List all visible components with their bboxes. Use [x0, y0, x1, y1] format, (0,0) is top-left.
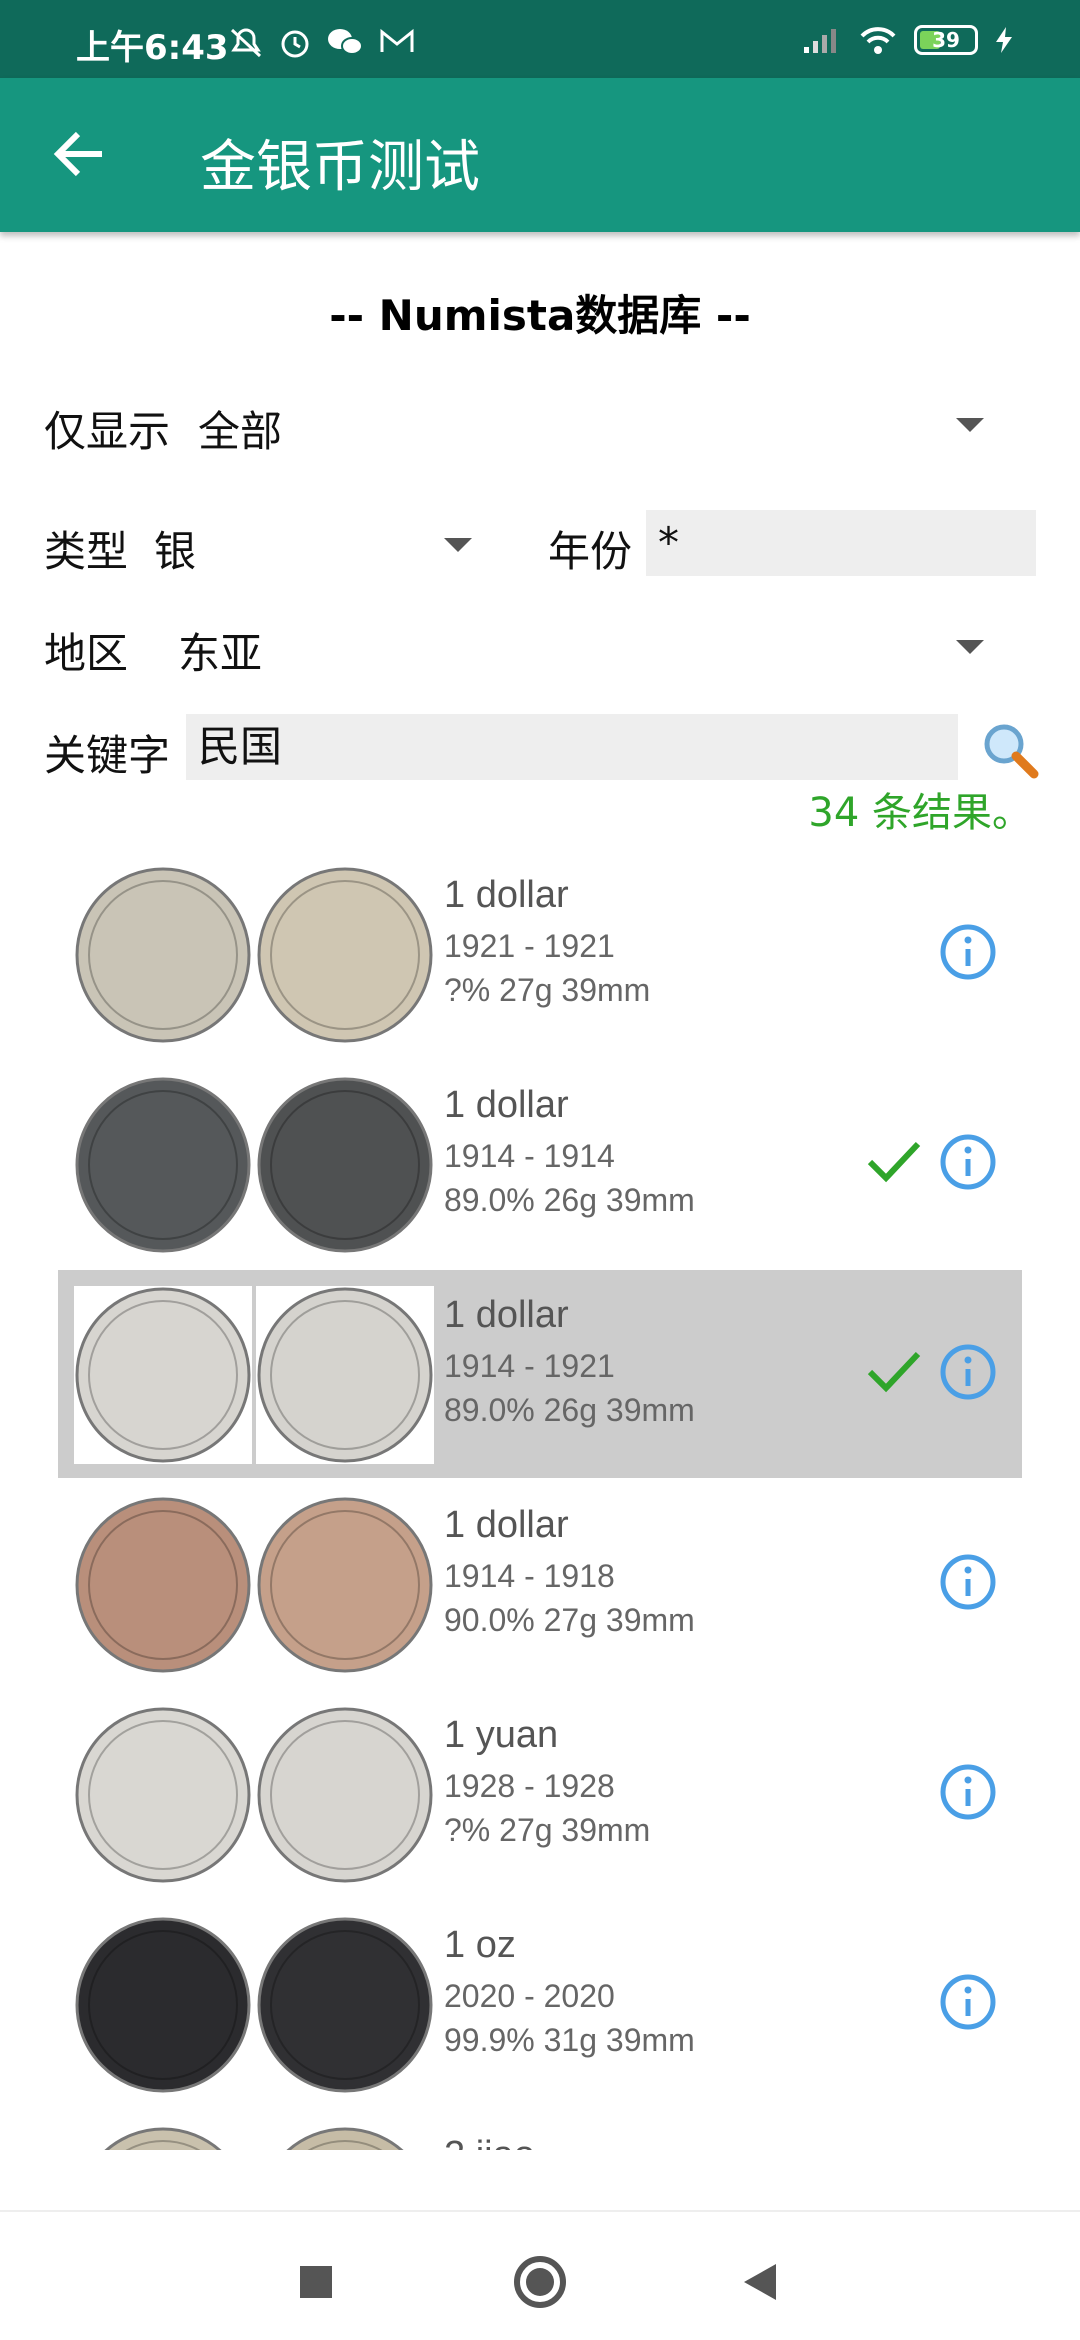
- show-dropdown[interactable]: 全部: [198, 398, 282, 459]
- coin-specs: ?% 27g 39mm: [444, 1812, 651, 1848]
- coin-list-item[interactable]: 1 dollar 1914 - 1914 89.0% 26g 39mm: [58, 1060, 1022, 1268]
- coin-list-item[interactable]: 2 jiao: [58, 2110, 1022, 2150]
- region-dropdown-arrow-icon[interactable]: [956, 640, 984, 654]
- signal-icon: [804, 29, 836, 53]
- year-label: 年份: [548, 527, 633, 576]
- info-icon[interactable]: [938, 1762, 998, 1822]
- recent-apps-button[interactable]: [300, 2266, 332, 2298]
- coin-years: 1914 - 1914: [444, 1138, 615, 1174]
- coin-obverse-image: [74, 1706, 252, 1884]
- keyword-label: 关键字: [44, 731, 171, 780]
- coin-obverse-image: [74, 1286, 252, 1464]
- navigation-bar: [0, 2210, 1080, 2340]
- battery-level: 39: [932, 28, 960, 52]
- type-dropdown-arrow-icon[interactable]: [444, 538, 472, 552]
- wechat-icon: [328, 29, 363, 55]
- battery-icon: 39: [914, 25, 978, 55]
- coin-reverse-image: [256, 1286, 434, 1464]
- coin-years: 1914 - 1918: [444, 1558, 615, 1594]
- coin-years: 1914 - 1921: [444, 1348, 615, 1384]
- coin-list-item[interactable]: 1 oz 2020 - 2020 99.9% 31g 39mm: [58, 1900, 1022, 2108]
- info-icon[interactable]: [938, 1552, 998, 1612]
- show-label: 仅显示: [44, 407, 171, 456]
- coin-denomination: 1 yuan: [444, 1714, 559, 1756]
- region-dropdown[interactable]: 东亚: [178, 620, 262, 681]
- coin-specs: ?% 27g 39mm: [444, 972, 651, 1008]
- info-icon[interactable]: [938, 922, 998, 982]
- coin-denomination: 1 dollar: [444, 1294, 569, 1336]
- coin-reverse-image: [256, 1076, 434, 1254]
- coin-obverse-image: [74, 1076, 252, 1254]
- coin-list-item[interactable]: 1 dollar 1914 - 1921 89.0% 26g 39mm: [58, 1270, 1022, 1478]
- info-icon[interactable]: [938, 1342, 998, 1402]
- coin-obverse-image: [74, 2126, 252, 2150]
- mute-icon: [230, 28, 262, 58]
- coin-reverse-image: [256, 1916, 434, 2094]
- search-icon[interactable]: [980, 720, 1040, 780]
- coin-list-item[interactable]: 1 yuan 1928 - 1928 ?% 27g 39mm: [58, 1690, 1022, 1898]
- status-bar: 上午6:43 39: [0, 0, 1080, 78]
- status-time: 上午6:43: [76, 28, 229, 68]
- coin-denomination: 2 jiao: [444, 2134, 535, 2150]
- coin-specs: 90.0% 27g 39mm: [444, 1602, 695, 1638]
- coin-list-item[interactable]: 1 dollar 1914 - 1918 90.0% 27g 39mm: [58, 1480, 1022, 1688]
- coin-obverse-image: [74, 1496, 252, 1674]
- coin-reverse-image: [256, 866, 434, 1044]
- type-label: 类型: [44, 527, 129, 576]
- coin-denomination: 1 oz: [444, 1924, 516, 1966]
- coin-specs: 99.9% 31g 39mm: [444, 2022, 695, 2058]
- charging-icon: [996, 27, 1012, 53]
- check-icon: [867, 1141, 921, 1183]
- coin-denomination: 1 dollar: [444, 1504, 569, 1546]
- coin-list[interactable]: 1 dollar 1921 - 1921 ?% 27g 39mm 1 dollar 19…: [0, 850, 1080, 2150]
- info-icon[interactable]: [938, 1972, 998, 2032]
- alarm-icon: [281, 30, 309, 58]
- coin-reverse-image: [256, 1496, 434, 1674]
- coin-specs: 89.0% 26g 39mm: [444, 1392, 695, 1428]
- result-count: 34 条结果。: [808, 790, 1032, 836]
- wifi-icon: [860, 27, 896, 54]
- mail-icon: [380, 28, 414, 52]
- show-dropdown-arrow-icon[interactable]: [956, 418, 984, 432]
- coin-obverse-image: [74, 1916, 252, 2094]
- back-arrow-icon[interactable]: [44, 118, 116, 190]
- check-icon: [867, 1351, 921, 1393]
- notification-icons: [228, 26, 416, 60]
- home-button[interactable]: [514, 2256, 566, 2308]
- coin-reverse-image: [256, 1706, 434, 1884]
- coin-years: 1921 - 1921: [444, 928, 615, 964]
- type-dropdown[interactable]: 银: [154, 518, 196, 579]
- coin-obverse-image: [74, 866, 252, 1044]
- system-icons: 39: [802, 24, 1014, 56]
- year-input[interactable]: *: [646, 510, 1036, 576]
- coin-denomination: 1 dollar: [444, 874, 569, 916]
- keyword-input[interactable]: 民国: [186, 714, 958, 780]
- app-bar: 金银币测试: [0, 78, 1080, 232]
- coin-reverse-image: [256, 2126, 434, 2150]
- nav-back-button[interactable]: [744, 2264, 776, 2300]
- coin-years: 2020 - 2020: [444, 1978, 615, 2014]
- coin-denomination: 1 dollar: [444, 1084, 569, 1126]
- coin-list-item[interactable]: 1 dollar 1921 - 1921 ?% 27g 39mm: [58, 850, 1022, 1058]
- info-icon[interactable]: [938, 1132, 998, 1192]
- region-label: 地区: [44, 629, 129, 678]
- database-title: -- Numista数据库 --: [329, 291, 751, 340]
- coin-years: 1928 - 1928: [444, 1768, 615, 1804]
- page-title: 金银币测试: [200, 135, 480, 200]
- coin-specs: 89.0% 26g 39mm: [444, 1182, 695, 1218]
